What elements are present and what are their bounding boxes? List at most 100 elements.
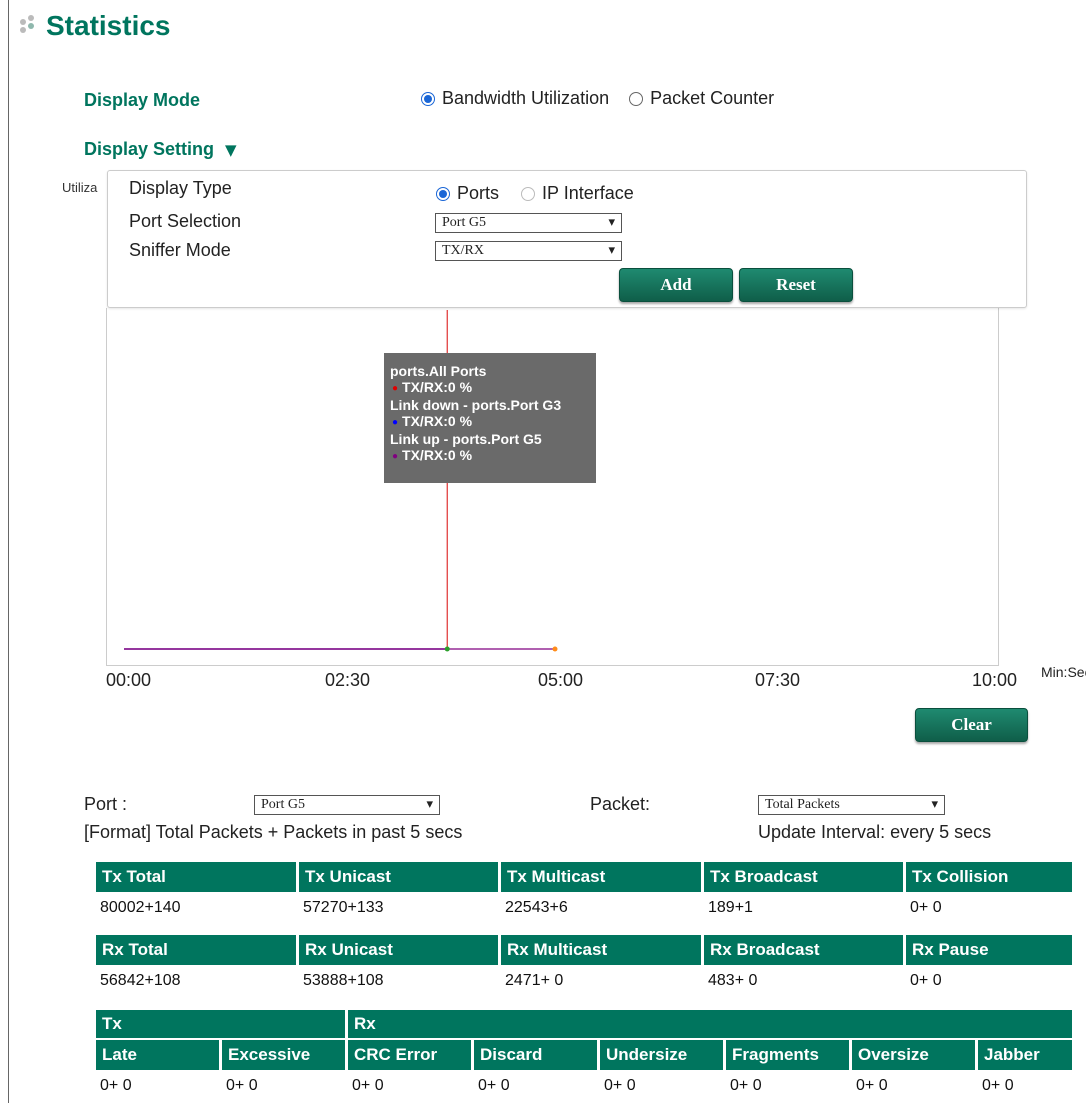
table-header-row: Late Excessive CRC Error Discard Undersi…	[96, 1040, 1072, 1070]
table-cell: 0+ 0	[478, 1077, 510, 1094]
port-selection-select[interactable]: Port G5 ▾	[435, 213, 622, 233]
display-type-radio-group: Ports IP Interface	[436, 183, 634, 204]
port-selection-value: Port G5	[442, 215, 486, 230]
packet-label: Packet:	[590, 794, 651, 814]
page-title-text: Statistics	[46, 10, 171, 41]
x-tick-label: 00:00	[106, 670, 152, 690]
format-text: [Format] Total Packets + Packets in past…	[84, 822, 463, 842]
chevron-down-icon: ▾	[608, 215, 615, 230]
x-tick-label: 10:00	[972, 670, 1018, 690]
x-tick-label: 07:30	[755, 670, 801, 690]
display-setting-panel: Display Type Ports IP Interface Port Sel…	[107, 170, 1027, 308]
table-cell: 0+ 0	[226, 1077, 258, 1094]
table-cell: 0+ 0	[604, 1077, 636, 1094]
port-label: Port :	[84, 794, 128, 814]
display-setting-toggle[interactable]: Display Setting ▼	[84, 139, 237, 160]
bandwidth-utilization-radio[interactable]	[421, 91, 435, 106]
table-header: Rx Total	[96, 935, 299, 965]
table-cell: 2471+ 0	[505, 972, 564, 989]
table-row: 56842+108 53888+108 2471+ 0 483+ 0 0+ 0	[96, 965, 1072, 997]
display-setting-label: Display Setting	[84, 139, 215, 159]
tooltip-series-title: Link down - ports.Port G3	[390, 397, 562, 413]
table-header: Late	[96, 1040, 222, 1070]
tx-group-header: Tx	[96, 1010, 348, 1040]
packet-select-value: Total Packets	[765, 797, 840, 812]
ports-option[interactable]: Ports	[436, 183, 499, 204]
packet-select[interactable]: Total Packets ▾	[758, 795, 945, 815]
table-row: 0+ 0 0+ 0 0+ 0 0+ 0 0+ 0 0+ 0 0+ 0 0+ 0	[96, 1070, 1072, 1102]
ports-label: Ports	[457, 183, 500, 203]
series-dot-icon: ●	[392, 451, 399, 462]
table-header: Rx Unicast	[299, 935, 501, 965]
table-header: CRC Error	[348, 1040, 474, 1070]
title-dots-icon	[18, 15, 44, 37]
packet-counter-option[interactable]: Packet Counter	[629, 88, 774, 109]
chevron-down-icon: ▾	[426, 797, 433, 812]
tooltip-series-line: ● TX/RX:0 %	[392, 379, 473, 395]
rx-group-header: Rx	[348, 1010, 1072, 1040]
table-cell: 0+ 0	[100, 1077, 132, 1094]
ports-radio[interactable]	[436, 186, 450, 201]
packet-counter-label: Packet Counter	[650, 88, 775, 108]
table-cell: 189+1	[708, 899, 753, 916]
table-header: Jabber	[978, 1040, 1072, 1070]
page-title: Statistics	[18, 10, 171, 42]
error-stats-table: Tx Rx Late Excessive CRC Error Discard U…	[96, 1010, 1072, 1102]
table-header: Oversize	[852, 1040, 978, 1070]
tooltip-series-title: ports.All Ports	[390, 363, 487, 379]
tooltip-series-line: ● TX/RX:0 %	[392, 447, 473, 463]
tooltip-series-title: Link up - ports.Port G5	[390, 431, 542, 447]
table-cell: 53888+108	[303, 972, 384, 989]
sniffer-mode-value: TX/RX	[442, 243, 484, 258]
chevron-down-icon: ▾	[608, 243, 615, 258]
port-selection-label: Port Selection	[129, 211, 242, 231]
table-header: Tx Total	[96, 862, 299, 892]
x-tick-label: 05:00	[538, 670, 584, 690]
table-header: Tx Unicast	[299, 862, 501, 892]
table-header: Rx Multicast	[501, 935, 704, 965]
table-header: Discard	[474, 1040, 600, 1070]
table-cell: 483+ 0	[708, 972, 758, 989]
table-row: 80002+140 57270+133 22543+6 189+1 0+ 0	[96, 892, 1072, 924]
table-cell: 80002+140	[100, 899, 181, 916]
port-select[interactable]: Port G5 ▾	[254, 795, 440, 815]
port-select-value: Port G5	[261, 797, 305, 812]
add-button[interactable]: Add	[619, 268, 733, 302]
table-group-row: Tx Rx	[96, 1010, 1072, 1040]
packet-counter-radio[interactable]	[629, 91, 644, 106]
rx-stats-table: Rx Total Rx Unicast Rx Multicast Rx Broa…	[96, 935, 1072, 997]
table-header: Rx Pause	[906, 935, 1072, 965]
table-cell: 56842+108	[100, 972, 181, 989]
table-header-row: Rx Total Rx Unicast Rx Multicast Rx Broa…	[96, 935, 1072, 965]
table-header: Tx Broadcast	[704, 862, 906, 892]
frame-border	[8, 0, 9, 1103]
chevron-down-icon: ▾	[931, 797, 938, 812]
reset-button[interactable]: Reset	[739, 268, 853, 302]
bandwidth-utilization-label: Bandwidth Utilization	[442, 88, 610, 108]
y-axis-label: Utiliza	[62, 180, 98, 195]
bandwidth-utilization-option[interactable]: Bandwidth Utilization	[421, 88, 609, 109]
update-interval-text: Update Interval: every 5 secs	[758, 822, 992, 842]
table-cell: 0+ 0	[910, 972, 942, 989]
series-dot-icon: ●	[392, 383, 399, 394]
table-header: Fragments	[726, 1040, 852, 1070]
tx-stats-table: Tx Total Tx Unicast Tx Multicast Tx Broa…	[96, 862, 1072, 924]
table-cell: 22543+6	[505, 899, 568, 916]
table-header: Undersize	[600, 1040, 726, 1070]
table-header-row: Tx Total Tx Unicast Tx Multicast Tx Broa…	[96, 862, 1072, 892]
table-cell: 0+ 0	[910, 899, 942, 916]
series-dot-icon: ●	[392, 417, 399, 428]
sniffer-mode-select[interactable]: TX/RX ▾	[435, 241, 622, 261]
table-header: Tx Collision	[906, 862, 1072, 892]
clear-button[interactable]: Clear	[915, 708, 1028, 742]
ip-interface-option: IP Interface	[521, 183, 634, 204]
table-header: Rx Broadcast	[704, 935, 906, 965]
table-cell: 0+ 0	[352, 1077, 384, 1094]
tooltip-series-line: ● TX/RX:0 %	[392, 413, 473, 429]
sniffer-mode-label: Sniffer Mode	[129, 240, 231, 260]
display-mode-label: Display Mode	[84, 90, 201, 110]
chart-tooltip: ports.All Ports ● TX/RX:0 % Link down - p…	[384, 353, 596, 483]
display-mode-radio-group: Bandwidth Utilization Packet Counter	[421, 88, 774, 109]
ip-interface-radio	[521, 186, 536, 201]
ip-interface-label: IP Interface	[542, 183, 634, 203]
